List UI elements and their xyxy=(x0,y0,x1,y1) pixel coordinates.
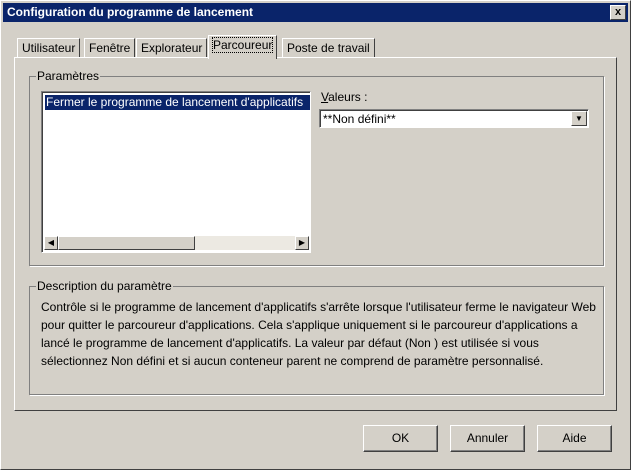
scroll-right-icon[interactable]: ▶ xyxy=(295,236,309,250)
valeurs-label: Valeurs : xyxy=(321,90,368,104)
tab-label: Explorateur xyxy=(141,41,203,55)
window-title: Configuration du programme de lancement xyxy=(7,5,254,19)
params-listbox[interactable]: Fermer le programme de lancement d'appli… xyxy=(41,91,311,253)
params-group-label: Paramètres xyxy=(36,69,101,83)
close-button[interactable]: x xyxy=(610,5,626,20)
help-button[interactable]: Aide xyxy=(537,425,612,452)
tab-utilisateur[interactable]: Utilisateur xyxy=(17,38,81,58)
tab-poste-de-travail[interactable]: Poste de travail xyxy=(282,38,375,58)
horizontal-scrollbar[interactable]: ◀ ▶ xyxy=(44,236,309,250)
scroll-thumb[interactable] xyxy=(58,236,195,250)
title-bar[interactable]: Configuration du programme de lancement … xyxy=(3,3,628,22)
tab-label: Fenêtre xyxy=(89,41,131,55)
description-text: Contrôle si le programme de lancement d'… xyxy=(41,300,596,368)
tab-label: Parcoureur xyxy=(211,37,274,53)
list-item[interactable]: Fermer le programme de lancement d'appli… xyxy=(45,95,310,110)
chevron-down-icon[interactable]: ▼ xyxy=(571,111,587,126)
valeurs-select[interactable]: **Non défini** ▼ xyxy=(319,109,589,128)
description-group-label: Description du paramètre xyxy=(36,279,173,293)
dialog-window: Configuration du programme de lancement … xyxy=(0,0,631,470)
tab-fenetre[interactable]: Fenêtre xyxy=(84,38,136,58)
cancel-button[interactable]: Annuler xyxy=(450,425,525,452)
scroll-left-icon[interactable]: ◀ xyxy=(44,236,58,250)
tab-label: Utilisateur xyxy=(22,41,76,55)
tab-explorateur[interactable]: Explorateur xyxy=(136,38,208,58)
tab-label: Poste de travail xyxy=(287,41,370,55)
tab-parcoureur[interactable]: Parcoureur xyxy=(208,35,278,59)
valeurs-selected-value: **Non défini** xyxy=(323,112,396,126)
ok-button[interactable]: OK xyxy=(363,425,438,452)
